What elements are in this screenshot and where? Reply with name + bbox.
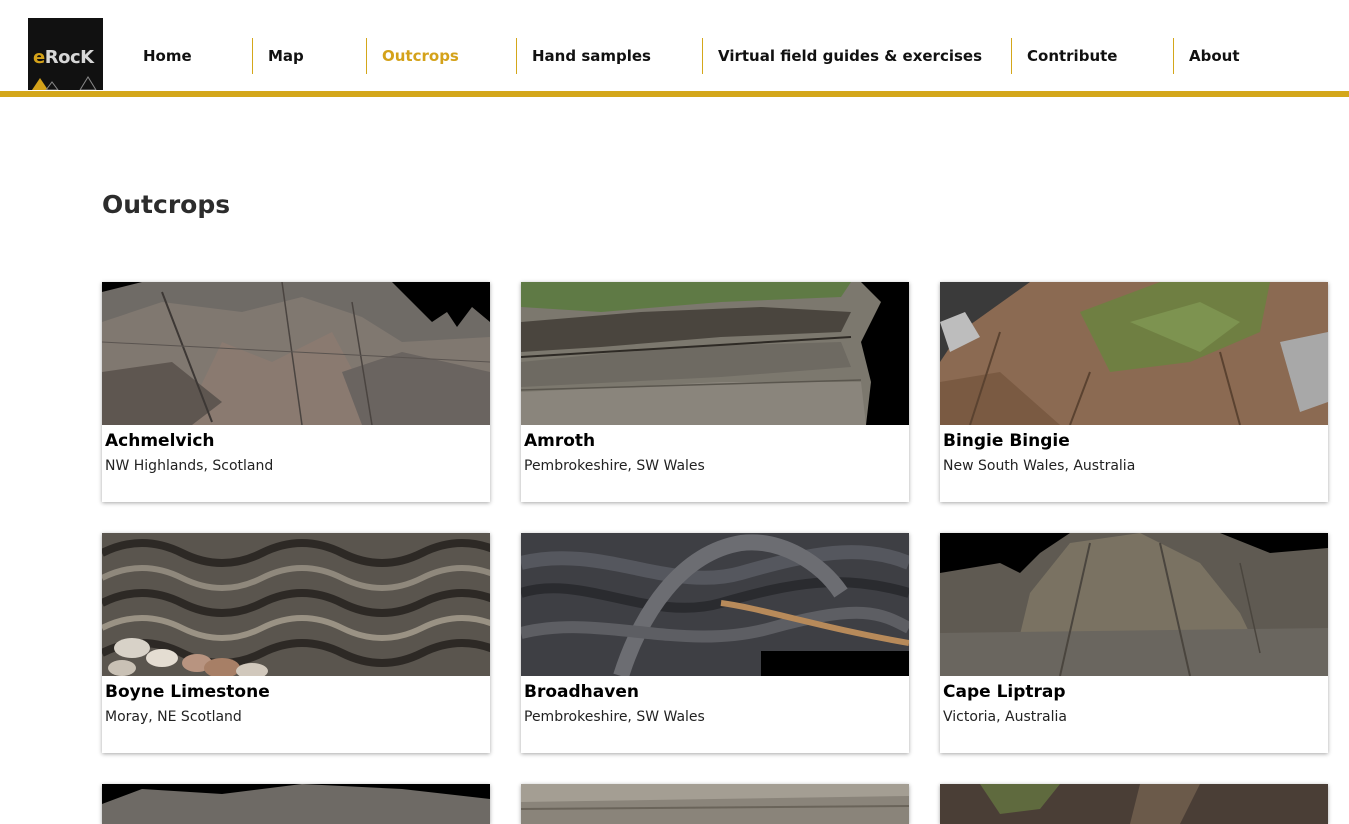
nav-divider [366,38,367,74]
outcrop-thumbnail[interactable] [521,282,909,425]
outcrop-region: Victoria, Australia [943,709,1067,725]
outcrop-region: Pembrokeshire, SW Wales [524,458,705,474]
outcrop-thumbnail[interactable] [940,282,1328,425]
outcrop-card-broadhaven[interactable]: Broadhaven Pembrokeshire, SW Wales [521,533,909,753]
nav-about[interactable]: About [1189,38,1240,74]
outcrop-region: Moray, NE Scotland [105,709,242,725]
outcrop-thumbnail[interactable] [102,784,490,824]
outcrop-name[interactable]: Cape Liptrap [943,682,1066,702]
page-title: Outcrops [102,190,231,219]
outcrop-card[interactable] [102,784,490,824]
outcrop-thumbnail[interactable] [102,282,490,425]
nav-virtual-field-guides[interactable]: Virtual field guides & exercises [718,38,982,74]
outcrop-card-amroth[interactable]: Amroth Pembrokeshire, SW Wales [521,282,909,502]
nav-contribute[interactable]: Contribute [1027,38,1117,74]
site-header: eRocK Home Map Outcrops Hand samples Vir… [0,0,1349,97]
nav-divider [1011,38,1012,74]
outcrop-region: Pembrokeshire, SW Wales [524,709,705,725]
nav-divider [252,38,253,74]
nav-hand-samples[interactable]: Hand samples [532,38,651,74]
outcrop-name[interactable]: Achmelvich [105,431,215,451]
outcrop-name[interactable]: Amroth [524,431,595,451]
outcrop-card-cape-liptrap[interactable]: Cape Liptrap Victoria, Australia [940,533,1328,753]
outcrop-thumbnail[interactable] [940,533,1328,676]
outcrop-card-bingie-bingie[interactable]: Bingie Bingie New South Wales, Australia [940,282,1328,502]
outcrop-thumbnail[interactable] [521,533,909,676]
nav-divider [1173,38,1174,74]
outcrop-card[interactable] [940,784,1328,824]
outcrop-name[interactable]: Bingie Bingie [943,431,1070,451]
outcrop-thumbnail[interactable] [521,784,909,824]
outcrop-card-boyne-limestone[interactable]: Boyne Limestone Moray, NE Scotland [102,533,490,753]
nav-divider [702,38,703,74]
outcrop-thumbnail[interactable] [102,533,490,676]
outcrop-card-achmelvich[interactable]: Achmelvich NW Highlands, Scotland [102,282,490,502]
mountain-icon [32,76,97,90]
outcrop-name[interactable]: Boyne Limestone [105,682,270,702]
outcrop-region: NW Highlands, Scotland [105,458,274,474]
nav-divider [516,38,517,74]
erock-logo[interactable]: eRocK [28,18,103,90]
nav-home[interactable]: Home [143,38,192,74]
nav-map[interactable]: Map [268,38,304,74]
header-accent-bar [0,91,1349,97]
outcrop-region: New South Wales, Australia [943,458,1136,474]
outcrop-thumbnail[interactable] [940,784,1328,824]
nav-outcrops[interactable]: Outcrops [382,38,459,74]
logo-wordmark: eRocK [33,47,94,68]
outcrop-name[interactable]: Broadhaven [524,682,639,702]
outcrop-card[interactable] [521,784,909,824]
